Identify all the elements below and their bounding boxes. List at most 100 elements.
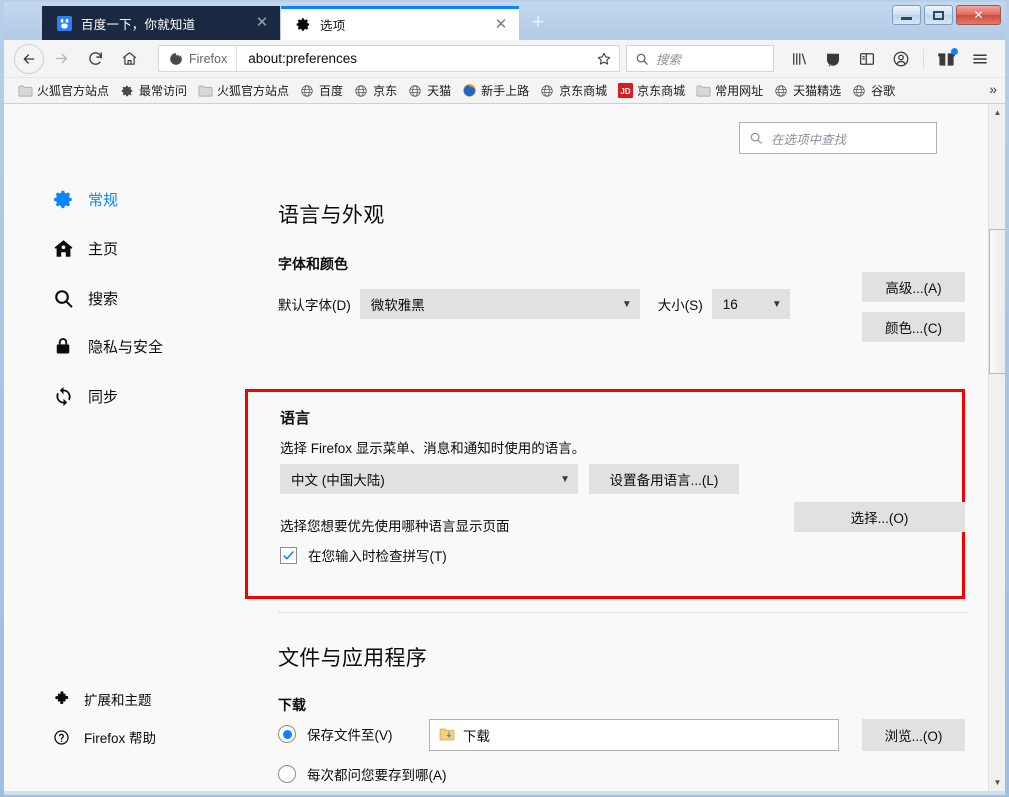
font-size-select[interactable]: 16 ▼ [712,289,790,319]
save-files-to-row[interactable]: 保存文件至(V) [278,724,393,744]
globe-icon [353,83,369,99]
bookmark-label: 京东商城 [559,82,607,99]
tab-baidu[interactable]: 百度一下，你就知道 ✕ [42,6,280,40]
sidebar-item-label: 搜索 [88,288,118,309]
home-button[interactable] [112,44,146,74]
bookmark-item[interactable]: 天猫 [402,80,456,101]
bookmark-item[interactable]: 谷歌 [846,80,900,101]
bookmark-item[interactable]: 京东商城 [534,80,612,101]
bookmark-item[interactable]: 新手上路 [456,80,534,101]
default-font-select[interactable]: 微软雅黑 ▼ [360,289,640,319]
always-ask-radio[interactable] [278,765,296,783]
default-font-value: 微软雅黑 [371,294,425,314]
scroll-up-button[interactable]: ▲ [989,104,1005,121]
bookmark-item[interactable]: 最常访问 [114,80,192,101]
svg-text:JD: JD [620,87,630,96]
default-font-label: 默认字体(D) [278,294,351,314]
default-font-row: 默认字体(D) 微软雅黑 ▼ 大小(S) 16 ▼ [278,289,790,319]
bookmark-item[interactable]: 常用网址 [690,80,768,101]
download-folder-field[interactable]: 下载 [429,719,839,751]
sidebar-item-search[interactable]: 搜索 [52,287,118,309]
tab-close-button[interactable]: ✕ [489,13,513,37]
gear-icon [119,83,135,99]
globe-icon [851,83,867,99]
browse-button[interactable]: 浏览...(O) [862,719,965,751]
locale-select[interactable]: 中文 (中国大陆) ▼ [280,464,578,494]
vertical-scrollbar[interactable]: ▲ ▼ [988,104,1005,791]
sidebar-item-home[interactable]: 主页 [52,237,118,259]
addons-badge [951,48,958,55]
subsection-title-fonts-colors: 字体和颜色 [278,254,348,274]
folder-icon [695,83,711,99]
addons-icon[interactable] [929,44,963,74]
set-alternatives-button[interactable]: 设置备用语言...(L) [589,464,739,494]
scroll-down-button[interactable]: ▼ [989,774,1005,791]
bookmark-item[interactable]: 火狐官方站点 [192,80,294,101]
url-bar[interactable]: Firefox about:preferences [158,45,620,72]
bookmark-item[interactable]: 天猫精选 [768,80,846,101]
menu-icon[interactable] [963,44,997,74]
always-ask-row[interactable]: 每次都问您要存到哪(A) [278,764,447,784]
bookmark-label: 百度 [319,82,343,99]
download-folder-icon [439,726,455,745]
account-icon[interactable] [884,44,918,74]
section-title-files-applications: 文件与应用程序 [278,642,427,672]
maximize-button[interactable] [924,5,953,25]
reload-button[interactable] [78,44,112,74]
section-divider [278,612,968,613]
locale-value: 中文 (中国大陆) [291,469,385,489]
sidebar-item-sync[interactable]: 同步 [52,385,118,407]
globe-icon [407,83,423,99]
bookmark-label: 天猫精选 [793,82,841,99]
urlbar-input[interactable]: about:preferences [237,51,589,66]
sidebar-item-privacy-security[interactable]: 隐私与安全 [52,335,163,357]
spellcheck-checkbox[interactable] [280,547,297,564]
bookmark-item[interactable]: 火狐官方站点 [12,80,114,101]
browser-window: 百度一下，你就知道 ✕ 选项 ✕ + ✕ [0,0,1009,797]
section-title-language-appearance: 语言与外观 [278,199,385,229]
preferred-pages-language-label: 选择您想要优先使用哪种语言显示页面 [280,515,510,535]
chevron-down-icon: ▼ [560,474,570,485]
colors-button[interactable]: 颜色...(C) [862,312,965,342]
minimize-button[interactable] [892,5,921,25]
bookmark-item[interactable]: 百度 [294,80,348,101]
close-button[interactable]: ✕ [956,5,1001,25]
bookmark-item[interactable]: 京东 [348,80,402,101]
back-button[interactable] [14,44,44,74]
toolbar-search-placeholder: 搜索 [656,49,681,68]
save-files-to-radio[interactable] [278,725,296,743]
sidebar-icon[interactable] [850,44,884,74]
sidebar-item-extensions-themes[interactable]: 扩展和主题 [52,689,152,709]
new-tab-button[interactable]: + [523,8,553,38]
tab-close-button[interactable]: ✕ [250,11,274,35]
choose-language-button[interactable]: 选择...(O) [794,502,965,532]
advanced-fonts-button[interactable]: 高级...(A) [862,272,965,302]
pocket-icon[interactable] [816,44,850,74]
bookmark-label: 天猫 [427,82,451,99]
sidebar-item-label: 扩展和主题 [84,689,152,709]
bookmark-star-icon[interactable] [589,51,619,67]
urlbar-brand-label: Firefox [189,52,227,66]
language-section-highlight [245,389,965,599]
bookmarks-toolbar: 火狐官方站点 最常访问 火狐官方站点 百度 京东 天猫 新手上路 [4,78,1005,104]
tab-preferences[interactable]: 选项 ✕ [281,6,519,40]
preferences-sidebar: 常规 主页 搜索 隐私与安全 [4,104,244,791]
spellcheck-row[interactable]: 在您输入时检查拼写(T) [280,545,447,565]
scrollbar-thumb[interactable] [989,229,1005,374]
window-controls: ✕ [892,5,1001,25]
bookmark-label: 新手上路 [481,82,529,99]
sidebar-item-firefox-help[interactable]: Firefox 帮助 [52,727,156,747]
sidebar-item-general[interactable]: 常规 [52,188,118,210]
language-description: 选择 Firefox 显示菜单、消息和通知时使用的语言。 [280,437,585,457]
toolbar-icons [782,44,1005,74]
jd-icon: JD [617,83,633,99]
bookmark-item[interactable]: JD 京东商城 [612,80,690,101]
bookmarks-overflow-button[interactable]: » [989,81,997,97]
firefox-icon [461,83,477,99]
forward-button[interactable] [44,44,78,74]
baidu-icon [56,15,72,31]
bookmark-label: 火狐官方站点 [37,82,109,99]
library-icon[interactable] [782,44,816,74]
toolbar-divider [923,49,924,69]
toolbar-search-bar[interactable]: 搜索 [626,45,774,72]
